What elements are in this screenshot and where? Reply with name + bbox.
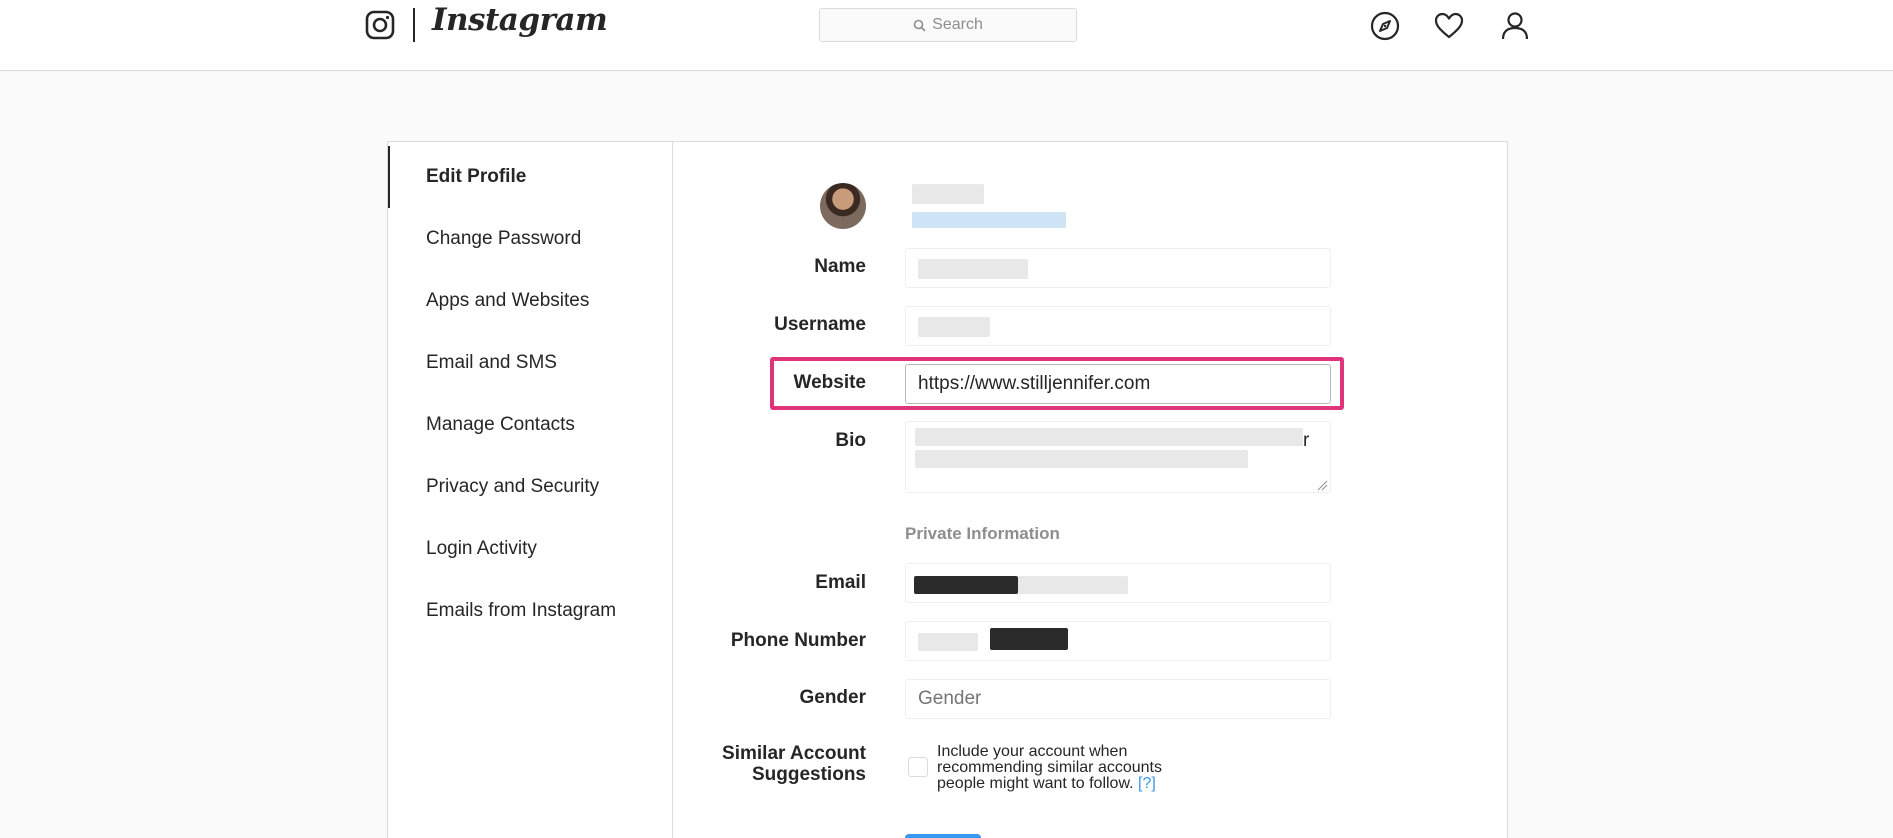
website-highlight-box: [770, 357, 1344, 410]
bio-visible-char: r: [1303, 430, 1310, 451]
bio-line2-blur: [915, 450, 1248, 468]
email-value-dark-blur: [914, 576, 1018, 594]
username-label: Username: [774, 314, 866, 335]
name-label: Name: [814, 256, 866, 277]
top-nav: Instagram Search: [0, 0, 1893, 71]
email-value-light-blur: [1018, 576, 1128, 594]
heart-icon[interactable]: [1433, 10, 1465, 42]
submit-button[interactable]: [905, 834, 981, 838]
private-info-title: Private Information: [905, 524, 1060, 543]
sidebar-item-privacy-security[interactable]: Privacy and Security: [388, 456, 672, 518]
gender-input[interactable]: [905, 679, 1331, 719]
sidebar-item-email-sms[interactable]: Email and SMS: [388, 332, 672, 394]
instagram-logo-icon[interactable]: [364, 9, 396, 41]
phone-label: Phone Number: [730, 630, 866, 651]
similar-label-line2: Suggestions: [751, 764, 866, 785]
settings-sidebar: Edit Profile Change Password Apps and We…: [388, 142, 673, 838]
phone-value-dark-blur: [990, 628, 1068, 650]
gender-label: Gender: [799, 687, 866, 708]
email-label: Email: [815, 572, 866, 593]
search-box[interactable]: Search: [819, 8, 1077, 42]
explore-icon[interactable]: [1369, 10, 1401, 42]
phone-value-light-blur: [918, 633, 978, 651]
bio-line1-blur: [915, 428, 1303, 446]
sidebar-item-apps-websites[interactable]: Apps and Websites: [388, 270, 672, 332]
profile-icon[interactable]: [1499, 10, 1531, 42]
search-placeholder: Search: [932, 16, 983, 33]
resize-grip-icon[interactable]: [1316, 479, 1328, 491]
sidebar-item-login-activity[interactable]: Login Activity: [388, 518, 672, 580]
instagram-wordmark[interactable]: Instagram: [432, 2, 608, 38]
sidebar-item-change-password[interactable]: Change Password: [388, 208, 672, 270]
similar-suggestions-text: Include your account when recommending s…: [937, 744, 1207, 792]
sidebar-item-emails-from-instagram[interactable]: Emails from Instagram: [388, 580, 672, 642]
sidebar-item-manage-contacts[interactable]: Manage Contacts: [388, 394, 672, 456]
search-icon: [913, 19, 926, 32]
profile-avatar[interactable]: [820, 183, 866, 229]
name-value-blur: [918, 259, 1028, 279]
similar-suggestions-label: Similar Account Suggestions: [666, 743, 866, 785]
similar-suggestions-checkbox[interactable]: [908, 757, 928, 777]
bio-label: Bio: [835, 430, 866, 451]
help-link[interactable]: [?]: [1138, 775, 1156, 792]
username-value-blur: [918, 317, 990, 337]
username-blur: [912, 184, 984, 204]
similar-suggestions-description: Include your account when recommending s…: [937, 743, 1162, 792]
change-photo-link-blur[interactable]: [912, 212, 1066, 228]
sidebar-item-edit-profile[interactable]: Edit Profile: [388, 146, 672, 208]
similar-label-line1: Similar Account: [722, 743, 866, 764]
logo-divider: [413, 8, 415, 42]
